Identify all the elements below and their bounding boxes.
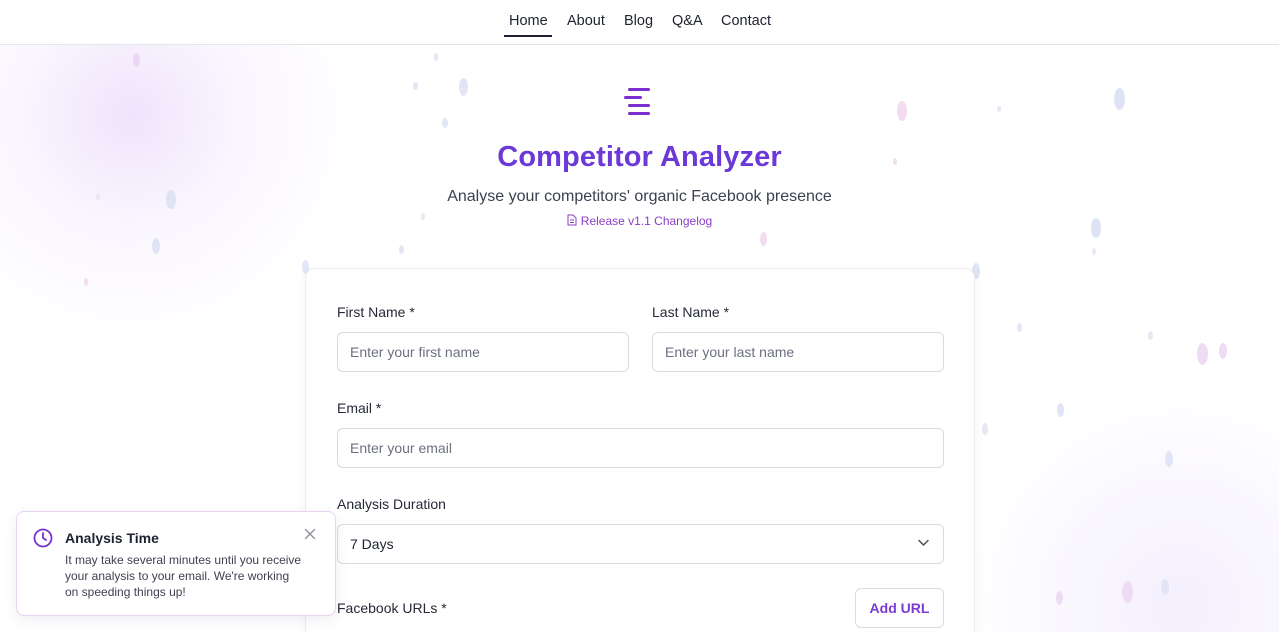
chevron-down-icon: [918, 539, 929, 546]
decor-dot: [997, 106, 1001, 112]
decor-dot: [1092, 248, 1096, 255]
decor-dot: [413, 82, 418, 90]
decor-dot: [1148, 331, 1153, 340]
last-name-field[interactable]: [652, 332, 944, 372]
decor-dot: [152, 238, 160, 254]
duration-select[interactable]: 7 Days: [337, 524, 944, 564]
changelog-link[interactable]: Release v1.1 Changelog: [0, 214, 1279, 228]
nav-about[interactable]: About: [562, 13, 610, 37]
decor-dot: [1017, 323, 1022, 332]
menu-lines-icon: [624, 86, 656, 118]
first-name-label: First Name *: [337, 304, 415, 320]
analysis-time-toast: Analysis Time It may take several minute…: [16, 511, 336, 616]
first-name-field[interactable]: [337, 332, 629, 372]
decor-dot: [1165, 451, 1173, 467]
decor-dot: [1219, 343, 1227, 359]
nav-qa[interactable]: Q&A: [667, 13, 708, 37]
top-nav: Home About Blog Q&A Contact: [0, 0, 1279, 45]
close-icon[interactable]: [304, 528, 316, 540]
decor-dot: [897, 101, 907, 121]
decor-dot: [1114, 88, 1125, 110]
decor-dot: [1057, 403, 1064, 417]
decor-dot: [1197, 343, 1208, 365]
toast-title: Analysis Time: [65, 530, 159, 546]
decor-dot: [760, 232, 767, 246]
decor-dot: [434, 53, 438, 61]
email-field[interactable]: [337, 428, 944, 468]
last-name-label: Last Name *: [652, 304, 730, 320]
decor-dot: [1161, 579, 1169, 595]
nav-home[interactable]: Home: [504, 13, 552, 37]
nav-contact[interactable]: Contact: [716, 13, 776, 37]
decor-dot: [442, 118, 448, 128]
document-icon: [567, 214, 577, 226]
email-label: Email *: [337, 400, 382, 416]
decor-dot: [133, 53, 140, 67]
decor-dot: [1122, 581, 1133, 603]
changelog-label: Release v1.1 Changelog: [580, 214, 713, 228]
add-url-button[interactable]: Add URL: [855, 588, 944, 628]
facebook-urls-label: Facebook URLs *: [337, 600, 447, 616]
decor-dot: [982, 423, 988, 435]
clock-icon: [33, 528, 53, 548]
decor-dot: [459, 78, 468, 96]
decor-dot: [1056, 591, 1063, 605]
duration-label: Analysis Duration: [337, 496, 446, 512]
analyzer-form: First Name * Last Name * Email * Analysi…: [305, 268, 975, 632]
toast-message: It may take several minutes until you re…: [65, 553, 302, 599]
nav-blog[interactable]: Blog: [619, 13, 658, 37]
page-title: Competitor Analyzer: [497, 141, 782, 173]
decor-dot: [399, 245, 404, 254]
decor-dot: [84, 278, 88, 286]
page-subtitle: Analyse your competitors' organic Facebo…: [447, 188, 832, 205]
duration-selected-value: 7 Days: [350, 536, 394, 552]
